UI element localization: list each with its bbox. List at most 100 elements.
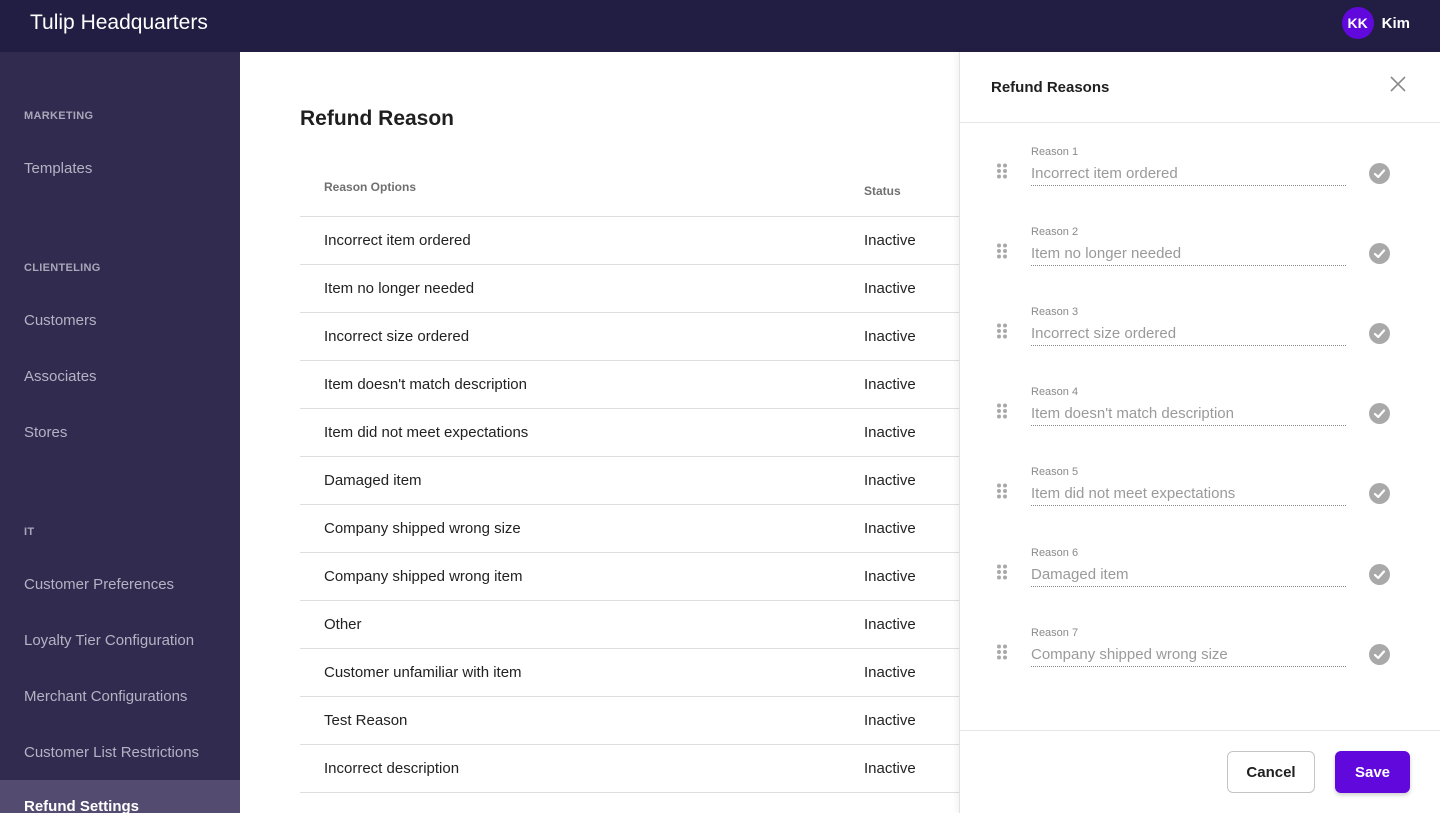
user-name[interactable]: Kim [1382, 15, 1410, 32]
section-label-marketing: MARKETING [24, 110, 94, 122]
confirm-button[interactable] [1369, 564, 1390, 585]
sidebar-item-loyalty-tier-configuration[interactable]: Loyalty Tier Configuration [0, 620, 240, 660]
table-row[interactable]: Customer unfamiliar with item Inactive [300, 649, 980, 697]
reason-input[interactable] [1031, 321, 1346, 346]
main-content: Refund Reason Reason Options Status Inco… [240, 52, 980, 813]
reason-cell: Test Reason [324, 712, 408, 729]
table-row[interactable]: Company shipped wrong item Inactive [300, 553, 980, 601]
sidebar-item-customer-list-restrictions[interactable]: Customer List Restrictions [0, 732, 240, 772]
table-row[interactable]: Damaged item Inactive [300, 457, 980, 505]
status-cell: Inactive [864, 664, 916, 681]
reason-input[interactable] [1031, 481, 1346, 506]
reason-cell: Incorrect size ordered [324, 328, 470, 345]
avatar[interactable]: KK [1341, 7, 1374, 39]
table-row[interactable]: Other Inactive [300, 601, 980, 649]
drawer-header: Refund Reasons [960, 52, 1440, 123]
table-row[interactable]: Item did not meet expectations Inactive [300, 409, 980, 457]
reason-input[interactable] [1031, 401, 1346, 426]
check-icon [1373, 409, 1386, 419]
reason-cell: Incorrect description [324, 760, 460, 777]
page-title: Refund Reason [300, 107, 455, 130]
sidebar-item-stores[interactable]: Stores [0, 412, 240, 452]
reason-cell: Damaged item [324, 472, 422, 489]
check-icon [1373, 329, 1386, 339]
reason-item: Reason 7 [960, 627, 1440, 697]
drawer-footer: Cancel Save [960, 730, 1440, 813]
user-menu[interactable]: KK Kim [1341, 7, 1410, 39]
drag-handle-icon[interactable] [996, 323, 1008, 339]
drag-handle-icon[interactable] [996, 403, 1008, 419]
confirm-button[interactable] [1369, 323, 1390, 344]
check-icon [1373, 249, 1386, 259]
sidebar-item-associates[interactable]: Associates [0, 356, 240, 396]
reason-label: Reason 2 [1031, 226, 1079, 238]
top-bar: Tulip Headquarters KK Kim [0, 0, 1440, 52]
app-title: Tulip Headquarters [30, 11, 208, 34]
sidebar-item-customer-preferences[interactable]: Customer Preferences [0, 564, 240, 604]
sidebar: MARKETING Templates CLIENTELING Customer… [0, 52, 240, 813]
drawer-title: Refund Reasons [991, 79, 1110, 96]
refund-reasons-drawer: Refund Reasons Reason 1 Reason 2 Reason 3 R… [959, 52, 1440, 813]
status-cell: Inactive [864, 232, 916, 249]
confirm-button[interactable] [1369, 483, 1390, 504]
drag-handle-icon[interactable] [996, 163, 1008, 179]
table-body: Incorrect item ordered Inactive Item no lo… [300, 216, 980, 793]
table-row[interactable]: Incorrect description Inactive [300, 745, 980, 793]
reason-item: Reason 4 [960, 386, 1440, 456]
drag-handle-icon[interactable] [996, 483, 1008, 499]
reason-item: Reason 6 [960, 547, 1440, 617]
check-icon [1373, 570, 1386, 580]
table-row[interactable]: Item no longer needed Inactive [300, 265, 980, 313]
reason-cell: Item doesn't match description [324, 376, 527, 393]
table-row[interactable]: Company shipped wrong size Inactive [300, 505, 980, 553]
check-icon [1373, 489, 1386, 499]
section-label-it: IT [24, 526, 35, 538]
drag-handle-icon[interactable] [996, 564, 1008, 580]
status-cell: Inactive [864, 712, 916, 729]
reason-input[interactable] [1031, 642, 1346, 667]
reason-input[interactable] [1031, 161, 1346, 186]
reason-label: Reason 5 [1031, 466, 1079, 478]
status-cell: Inactive [864, 568, 916, 585]
confirm-button[interactable] [1369, 644, 1390, 665]
reason-item: Reason 5 [960, 466, 1440, 536]
reason-input[interactable] [1031, 241, 1346, 266]
status-cell: Inactive [864, 280, 916, 297]
table-row[interactable]: Incorrect size ordered Inactive [300, 313, 980, 361]
reason-label: Reason 6 [1031, 547, 1079, 559]
status-cell: Inactive [864, 760, 916, 777]
status-cell: Inactive [864, 520, 916, 537]
reason-item: Reason 1 [960, 146, 1440, 216]
reason-label: Reason 7 [1031, 627, 1079, 639]
reason-label: Reason 1 [1031, 146, 1079, 158]
table-row[interactable]: Item doesn't match description Inactive [300, 361, 980, 409]
sidebar-item-templates[interactable]: Templates [0, 148, 240, 188]
close-button[interactable] [1388, 74, 1408, 94]
table-row[interactable]: Test Reason Inactive [300, 697, 980, 745]
reason-cell: Item did not meet expectations [324, 424, 529, 441]
drag-handle-icon[interactable] [996, 243, 1008, 259]
confirm-button[interactable] [1369, 243, 1390, 264]
status-cell: Inactive [864, 472, 916, 489]
save-button[interactable]: Save [1335, 751, 1410, 793]
table-row[interactable]: Incorrect item ordered Inactive [300, 217, 980, 265]
column-header-reason: Reason Options [324, 180, 417, 194]
reason-input[interactable] [1031, 562, 1346, 587]
sidebar-item-refund-settings[interactable]: Refund Settings [0, 780, 240, 813]
reason-item: Reason 2 [960, 226, 1440, 296]
reason-cell: Company shipped wrong item [324, 568, 523, 585]
confirm-button[interactable] [1369, 403, 1390, 424]
sidebar-item-merchant-configurations[interactable]: Merchant Configurations [0, 676, 240, 716]
sidebar-item-customers[interactable]: Customers [0, 300, 240, 340]
reason-cell: Customer unfamiliar with item [324, 664, 522, 681]
drag-handle-icon[interactable] [996, 644, 1008, 660]
reason-label: Reason 3 [1031, 306, 1079, 318]
reason-item: Reason 3 [960, 306, 1440, 376]
cancel-button[interactable]: Cancel [1227, 751, 1315, 793]
status-cell: Inactive [864, 424, 916, 441]
reason-cell: Incorrect item ordered [324, 232, 471, 249]
status-cell: Inactive [864, 328, 916, 345]
confirm-button[interactable] [1369, 163, 1390, 184]
reason-cell: Other [324, 616, 362, 633]
reason-label: Reason 4 [1031, 386, 1079, 398]
